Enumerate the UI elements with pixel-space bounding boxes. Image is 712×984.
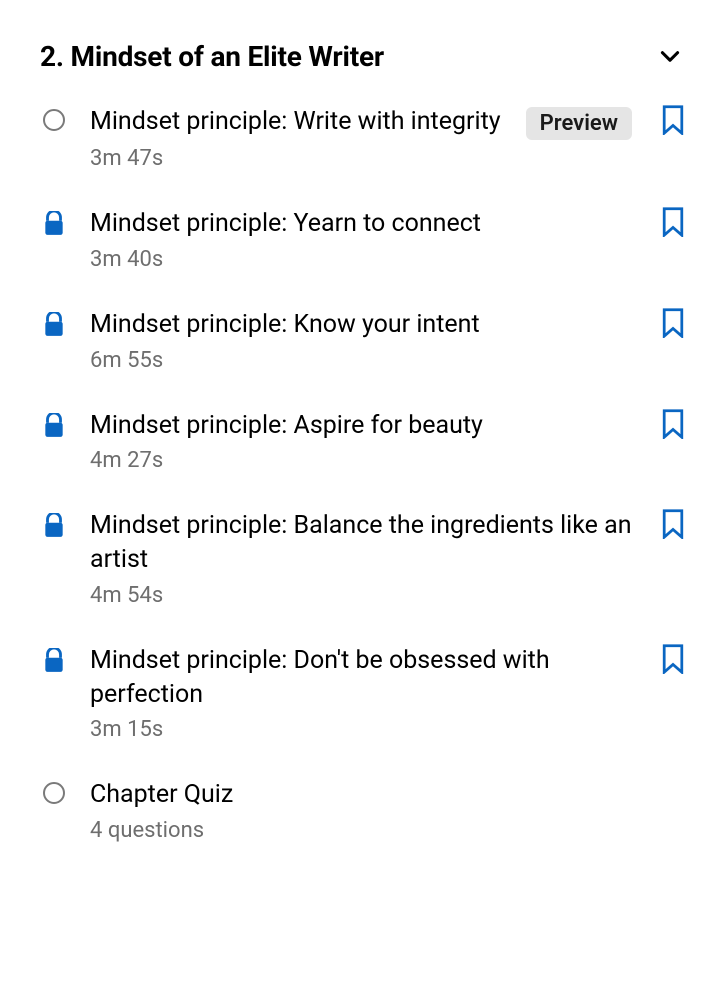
lesson-body: Mindset principle: Write with integrity … xyxy=(90,105,632,171)
bookmark-icon[interactable] xyxy=(654,105,684,135)
lesson-title: Chapter Quiz xyxy=(90,778,684,812)
lesson-title: Mindset principle: Know your intent xyxy=(90,308,632,342)
lesson-title: Mindset principle: Write with integrity xyxy=(90,105,512,139)
lesson-duration: 4m 27s xyxy=(90,448,632,473)
lock-icon xyxy=(40,644,68,674)
bookmark-icon[interactable] xyxy=(654,207,684,237)
lesson-item[interactable]: Mindset principle: Aspire for beauty 4m … xyxy=(40,409,684,474)
lesson-list: Mindset principle: Write with integrity … xyxy=(40,105,684,843)
section-header[interactable]: 2. Mindset of an Elite Writer xyxy=(40,40,684,73)
lesson-item[interactable]: Mindset principle: Balance the ingredien… xyxy=(40,509,684,608)
section-title: 2. Mindset of an Elite Writer xyxy=(40,40,384,73)
lesson-duration: 6m 55s xyxy=(90,348,632,373)
lesson-body: Mindset principle: Yearn to connect 3m 4… xyxy=(90,207,632,272)
bookmark-icon[interactable] xyxy=(654,409,684,439)
lesson-duration: 4m 54s xyxy=(90,583,632,608)
lesson-title: Mindset principle: Don't be obsessed wit… xyxy=(90,644,632,712)
lesson-item[interactable]: Mindset principle: Yearn to connect 3m 4… xyxy=(40,207,684,272)
lesson-item[interactable]: Mindset principle: Write with integrity … xyxy=(40,105,684,171)
lesson-body: Mindset principle: Don't be obsessed wit… xyxy=(90,644,632,743)
lesson-item[interactable]: Chapter Quiz 4 questions xyxy=(40,778,684,843)
lock-icon xyxy=(40,509,68,539)
status-circle-icon xyxy=(40,778,68,804)
lock-icon xyxy=(40,207,68,237)
lesson-duration: 4 questions xyxy=(90,818,684,843)
lesson-body: Mindset principle: Know your intent 6m 5… xyxy=(90,308,632,373)
bookmark-icon[interactable] xyxy=(654,308,684,338)
lesson-body: Mindset principle: Balance the ingredien… xyxy=(90,509,632,608)
lesson-title: Mindset principle: Balance the ingredien… xyxy=(90,509,632,577)
chevron-down-icon xyxy=(656,43,684,71)
lesson-duration: 3m 40s xyxy=(90,247,632,272)
status-circle-icon xyxy=(40,105,68,131)
lock-icon xyxy=(40,308,68,338)
lesson-item[interactable]: Mindset principle: Know your intent 6m 5… xyxy=(40,308,684,373)
lesson-duration: 3m 15s xyxy=(90,717,632,742)
lesson-body: Chapter Quiz 4 questions xyxy=(90,778,684,843)
bookmark-icon[interactable] xyxy=(654,509,684,539)
lesson-duration: 3m 47s xyxy=(90,146,632,171)
lesson-body: Mindset principle: Aspire for beauty 4m … xyxy=(90,409,632,474)
lesson-title: Mindset principle: Yearn to connect xyxy=(90,207,632,241)
preview-badge[interactable]: Preview xyxy=(526,107,632,140)
lesson-title: Mindset principle: Aspire for beauty xyxy=(90,409,632,443)
lock-icon xyxy=(40,409,68,439)
lesson-item[interactable]: Mindset principle: Don't be obsessed wit… xyxy=(40,644,684,743)
bookmark-icon[interactable] xyxy=(654,644,684,674)
